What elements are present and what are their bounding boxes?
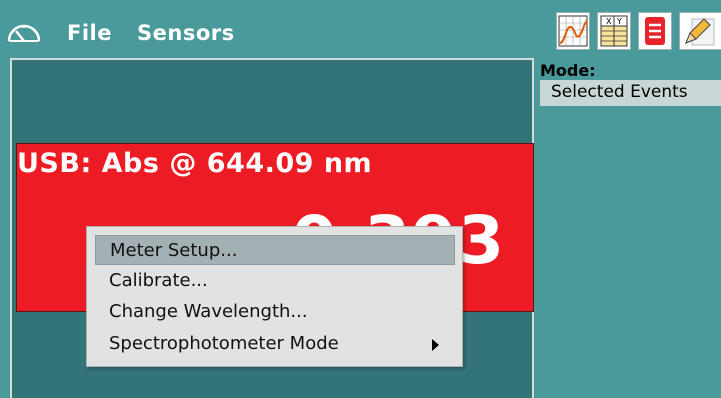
menu-bar: File Sensors X Y (0, 0, 721, 58)
menu-item-meter-setup[interactable]: Meter Setup... (95, 235, 455, 265)
svg-text:X: X (606, 17, 612, 26)
svg-text:Y: Y (616, 17, 622, 26)
graph-view-button[interactable] (556, 12, 590, 50)
left-edge-strip (0, 58, 10, 398)
graph-view-icon (558, 15, 588, 47)
notes-view-icon (645, 17, 665, 45)
menu-sensors[interactable]: Sensors (137, 21, 235, 45)
meter-title: USB: Abs @ 644.09 nm (17, 148, 373, 179)
meter-gauge-icon[interactable] (6, 17, 42, 47)
mode-select[interactable]: Selected Events (540, 80, 721, 106)
pencil-icon (685, 18, 715, 46)
mode-label: Mode: (540, 61, 596, 80)
table-view-button[interactable]: X Y (597, 12, 631, 50)
table-view-icon: X Y (600, 15, 628, 47)
submenu-arrow-icon (432, 339, 439, 351)
menu-item-change-wavelength[interactable]: Change Wavelength... (95, 297, 455, 327)
menu-item-spectrophotometer-mode[interactable]: Spectrophotometer Mode (95, 329, 455, 359)
menu-item-calibrate[interactable]: Calibrate... (95, 266, 455, 296)
menu-item-label: Spectrophotometer Mode (109, 333, 339, 354)
menu-file[interactable]: File (67, 21, 112, 45)
mode-panel (538, 58, 721, 398)
pencil-button[interactable] (679, 12, 721, 50)
context-menu: Meter Setup... Calibrate... Change Wavel… (86, 226, 463, 367)
notes-view-button[interactable] (638, 12, 672, 50)
